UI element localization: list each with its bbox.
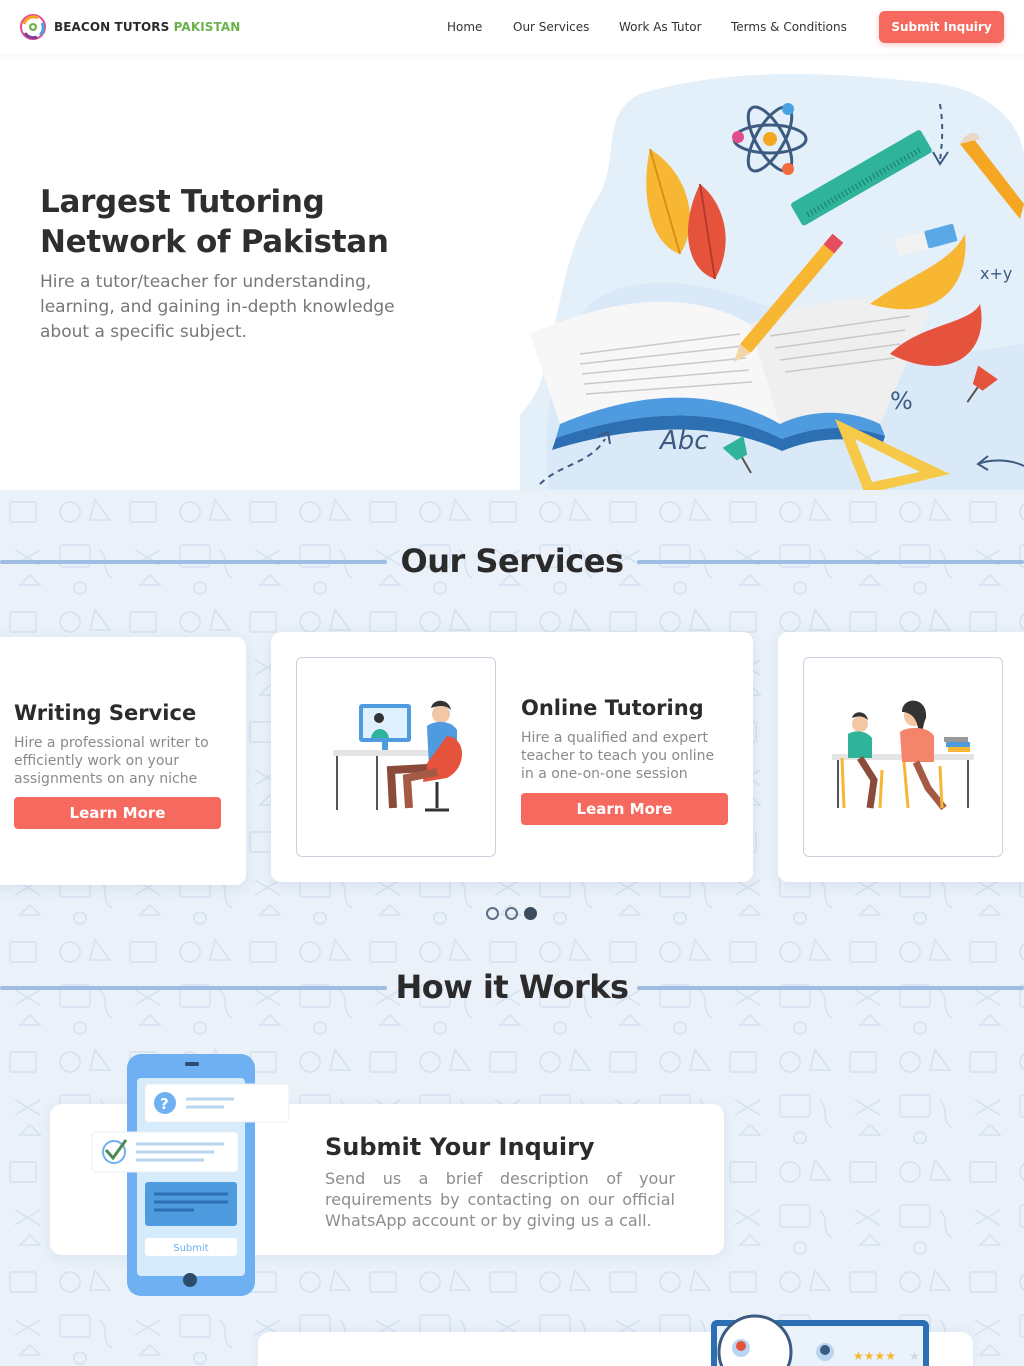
home-tutoring-illustration — [803, 657, 1003, 857]
nav-link-work-as-tutor[interactable]: Work As Tutor — [619, 20, 731, 34]
book-illustration — [530, 299, 930, 451]
service-card-description: Hire a professional writer to efficientl… — [14, 735, 209, 787]
services-heading: Our Services — [400, 542, 624, 580]
hero-section: Largest Tutoring Network of Pakistan Hir… — [0, 54, 1024, 490]
carousel-dot-2[interactable] — [505, 907, 518, 920]
student-laptop-illustration — [333, 700, 462, 812]
question-mark-icon: ? — [160, 1095, 169, 1113]
service-card-title: Online Tutoring — [521, 696, 704, 720]
step-description: Send us a brief description of your requ… — [325, 1169, 675, 1230]
learn-more-button[interactable]: Learn More — [521, 793, 728, 825]
rating-stars-icon: ★★★★ — [853, 1349, 896, 1363]
tutor-student-desk-illustration — [832, 700, 974, 811]
top-navbar: BEACON TUTORS PAKISTAN Home Our Services… — [0, 0, 1024, 54]
nav-link-terms[interactable]: Terms & Conditions — [731, 20, 861, 34]
service-card-writing: Writing Service Hire a professional writ… — [0, 637, 246, 885]
phone-submit-button-label: Submit — [173, 1243, 209, 1254]
brand-name-part1: BEACON TUTORS — [54, 20, 170, 34]
nav-links: Home Our Services Work As Tutor Terms & … — [447, 20, 861, 34]
hero-subtitle: Hire a tutor/teacher for understanding, … — [40, 272, 395, 342]
phone-form-illustration: ? Submit — [91, 1054, 290, 1296]
percent-doodle: % — [890, 387, 913, 415]
carousel-pagination — [486, 907, 537, 920]
carousel-dot-3-active[interactable] — [524, 907, 537, 920]
step-title: Submit Your Inquiry — [325, 1133, 595, 1161]
brand-name-part2: PAKISTAN — [173, 20, 241, 34]
how-it-works-heading: How it Works — [395, 968, 629, 1006]
hero-title: Largest Tutoring Network of Pakistan — [40, 184, 389, 260]
logo-icon — [20, 14, 46, 40]
nav-link-our-services[interactable]: Our Services — [513, 20, 619, 34]
math-doodle: x+y — [980, 264, 1012, 283]
carousel-dot-1[interactable] — [486, 907, 499, 920]
rating-empty-star-icon: ★ — [909, 1349, 920, 1363]
service-card-home-tutoring — [778, 632, 1024, 882]
brand-name: BEACON TUTORS PAKISTAN — [54, 20, 240, 34]
nav-link-home[interactable]: Home — [447, 20, 513, 34]
brand-logo[interactable]: BEACON TUTORS PAKISTAN — [20, 14, 240, 40]
services-heading-block: Our Services — [0, 542, 1024, 582]
submit-inquiry-button[interactable]: Submit Inquiry — [879, 11, 1004, 43]
hero-illustration: x+y % Abc — [520, 74, 1024, 490]
service-card-online-tutoring: Online Tutoring Hire a qualified and exp… — [271, 632, 753, 882]
online-tutoring-illustration — [296, 657, 496, 857]
service-card-description: Hire a qualified and expert teacher to t… — [521, 730, 715, 782]
review-screen-illustration: ★★★★ ★ — [711, 1314, 929, 1366]
how-it-works-heading-block: How it Works — [0, 968, 1024, 1008]
abc-doodle: Abc — [658, 426, 709, 456]
learn-more-button[interactable]: Learn More — [14, 797, 221, 829]
service-card-title: Writing Service — [14, 701, 197, 725]
